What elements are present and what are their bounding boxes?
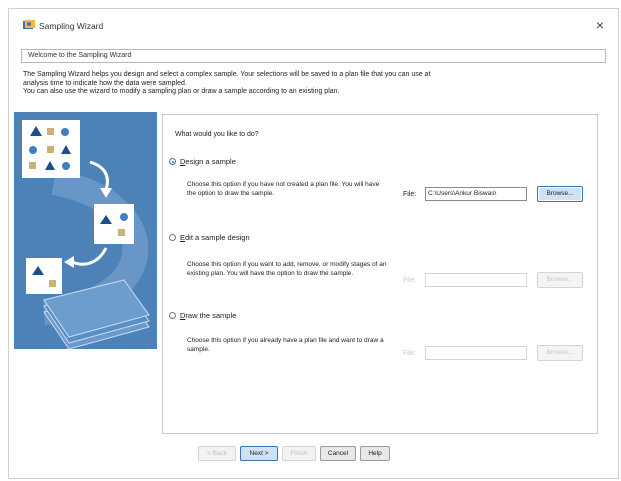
intro-line-1: The Sampling Wizard helps you design and…: [23, 71, 431, 78]
sample-card-icon: [94, 204, 134, 244]
back-button[interactable]: < Back: [198, 446, 236, 461]
option-design-sample-label: Design a sample: [180, 157, 236, 166]
radio-design-sample[interactable]: [169, 158, 176, 165]
option-design-sample[interactable]: Design a sample: [169, 157, 236, 166]
options-panel: What would you like to do? Design a samp…: [162, 114, 598, 434]
title-bar: Sampling Wizard ×: [9, 9, 618, 39]
intro-line-3: You can also use the wizard to modify a …: [23, 88, 340, 95]
close-button[interactable]: ×: [590, 15, 610, 35]
help-button[interactable]: Help: [360, 446, 390, 461]
browse-button-edit[interactable]: Browse...: [537, 272, 583, 288]
file-input-design[interactable]: C:\Users\Ankur Biswas\: [425, 187, 527, 201]
intro-line-2: analysis time to indicate how the data w…: [23, 79, 187, 87]
window-title: Sampling Wizard: [39, 21, 104, 31]
wizard-illustration: [14, 112, 157, 349]
welcome-text: Welcome to the Sampling Wizard: [28, 52, 132, 59]
wizard-button-bar: < Back Next > Finish Cancel Help: [198, 446, 390, 462]
file-label-edit: File:: [403, 277, 417, 284]
wizard-app-icon: [23, 20, 35, 29]
welcome-header: Welcome to the Sampling Wizard: [21, 49, 606, 63]
arrow-left-icon: [71, 247, 108, 266]
file-input-draw[interactable]: [425, 346, 527, 360]
radio-edit-sample[interactable]: [169, 234, 176, 241]
file-input-edit[interactable]: [425, 273, 527, 287]
intro-text: The Sampling Wizard helps you design and…: [23, 71, 608, 97]
population-card-icon: [22, 120, 80, 178]
option-edit-sample-description: Choose this option if you want to add, r…: [187, 261, 387, 277]
option-design-sample-description: Choose this option if you have not creat…: [187, 181, 380, 197]
option-draw-sample[interactable]: Draw the sample: [169, 311, 236, 320]
radio-draw-sample[interactable]: [169, 312, 176, 319]
file-label-design: File:: [403, 191, 417, 198]
browse-button-draw[interactable]: Browse...: [537, 345, 583, 361]
question-label: What would you like to do?: [175, 131, 259, 138]
option-draw-sample-description: Choose this option if you already have a…: [187, 337, 384, 353]
file-label-draw: File:: [403, 350, 417, 357]
cancel-button[interactable]: Cancel: [320, 446, 356, 461]
next-button[interactable]: Next >: [240, 446, 278, 461]
option-edit-sample-label: Edit a sample design: [180, 233, 250, 242]
option-draw-sample-label: Draw the sample: [180, 311, 237, 320]
finish-button[interactable]: Finish: [282, 446, 316, 461]
option-edit-sample[interactable]: Edit a sample design: [169, 233, 250, 242]
browse-button-design[interactable]: Browse...: [537, 186, 583, 202]
subsample-card-icon: [26, 258, 62, 294]
